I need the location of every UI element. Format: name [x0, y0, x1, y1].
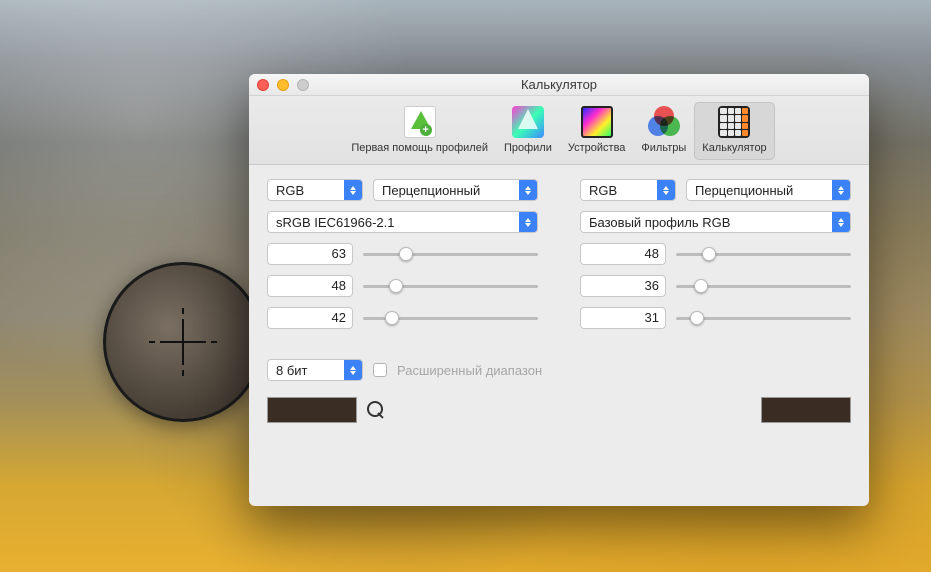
toolbar-label: Профили — [504, 142, 552, 154]
eyedropper-icon[interactable] — [367, 401, 385, 419]
extended-range-checkbox[interactable] — [373, 363, 387, 377]
target-channel-1-input[interactable]: 36 — [580, 275, 666, 297]
chevron-updown-icon — [344, 360, 362, 380]
target-color-swatch — [761, 397, 851, 423]
select-value: RGB — [276, 183, 344, 198]
select-value: Базовый профиль RGB — [589, 215, 832, 230]
source-channel-2-input[interactable]: 42 — [267, 307, 353, 329]
toolbar-item-calculator[interactable]: Калькулятор — [694, 102, 774, 160]
colorsync-calculator-window: Калькулятор Первая помощь профилей Профи… — [249, 74, 869, 506]
source-channel-0-slider[interactable] — [363, 243, 538, 265]
source-channel-1-input[interactable]: 48 — [267, 275, 353, 297]
extended-range-label: Расширенный диапазон — [397, 363, 542, 378]
select-value: 8 бит — [276, 363, 344, 378]
profiles-icon — [512, 106, 544, 138]
source-profile-select[interactable]: sRGB IEC61966-2.1 — [267, 211, 538, 233]
chevron-updown-icon — [519, 180, 537, 200]
source-colorspace-select[interactable]: RGB — [267, 179, 363, 201]
select-value: Перцепционный — [382, 183, 519, 198]
target-colorspace-select[interactable]: RGB — [580, 179, 676, 201]
filters-icon — [648, 106, 680, 138]
bitdepth-select[interactable]: 8 бит — [267, 359, 363, 381]
displays-icon — [581, 106, 613, 138]
minimize-button[interactable] — [277, 79, 289, 91]
target-column: RGB Перцепционный Базовый профиль RGB — [580, 179, 851, 329]
source-channel-2-slider[interactable] — [363, 307, 538, 329]
chevron-updown-icon — [519, 212, 537, 232]
select-value: sRGB IEC61966-2.1 — [276, 215, 519, 230]
toolbar: Первая помощь профилей Профили Устройств… — [249, 96, 869, 165]
target-channel-1-slider[interactable] — [676, 275, 851, 297]
target-profile-select[interactable]: Базовый профиль RGB — [580, 211, 851, 233]
source-channel-1-slider[interactable] — [363, 275, 538, 297]
close-button[interactable] — [257, 79, 269, 91]
calculator-icon — [718, 106, 750, 138]
toolbar-label: Устройства — [568, 142, 626, 154]
zoom-button[interactable] — [297, 79, 309, 91]
source-column: RGB Перцепционный sRGB IEC61966-2.1 — [267, 179, 538, 329]
titlebar[interactable]: Калькулятор — [249, 74, 869, 96]
window-title: Калькулятор — [249, 77, 869, 92]
source-color-swatch — [267, 397, 357, 423]
toolbar-item-firstaid[interactable]: Первая помощь профилей — [343, 102, 496, 160]
toolbar-label: Фильтры — [641, 142, 686, 154]
color-picker-loupe[interactable] — [103, 262, 263, 422]
select-value: Перцепционный — [695, 183, 832, 198]
chevron-updown-icon — [344, 180, 362, 200]
traffic-lights — [257, 79, 309, 91]
content: RGB Перцепционный sRGB IEC61966-2.1 — [249, 165, 869, 506]
toolbar-item-profiles[interactable]: Профили — [496, 102, 560, 160]
chevron-updown-icon — [832, 212, 850, 232]
target-intent-select[interactable]: Перцепционный — [686, 179, 851, 201]
toolbar-label: Калькулятор — [702, 142, 766, 154]
target-channel-2-slider[interactable] — [676, 307, 851, 329]
select-value: RGB — [589, 183, 657, 198]
target-channel-0-input[interactable]: 48 — [580, 243, 666, 265]
firstaid-icon — [404, 106, 436, 138]
source-intent-select[interactable]: Перцепционный — [373, 179, 538, 201]
target-channel-2-input[interactable]: 31 — [580, 307, 666, 329]
target-channel-0-slider[interactable] — [676, 243, 851, 265]
toolbar-label: Первая помощь профилей — [351, 142, 488, 154]
toolbar-item-filters[interactable]: Фильтры — [633, 102, 694, 160]
toolbar-item-devices[interactable]: Устройства — [560, 102, 634, 160]
chevron-updown-icon — [832, 180, 850, 200]
chevron-updown-icon — [657, 180, 675, 200]
source-channel-0-input[interactable]: 63 — [267, 243, 353, 265]
